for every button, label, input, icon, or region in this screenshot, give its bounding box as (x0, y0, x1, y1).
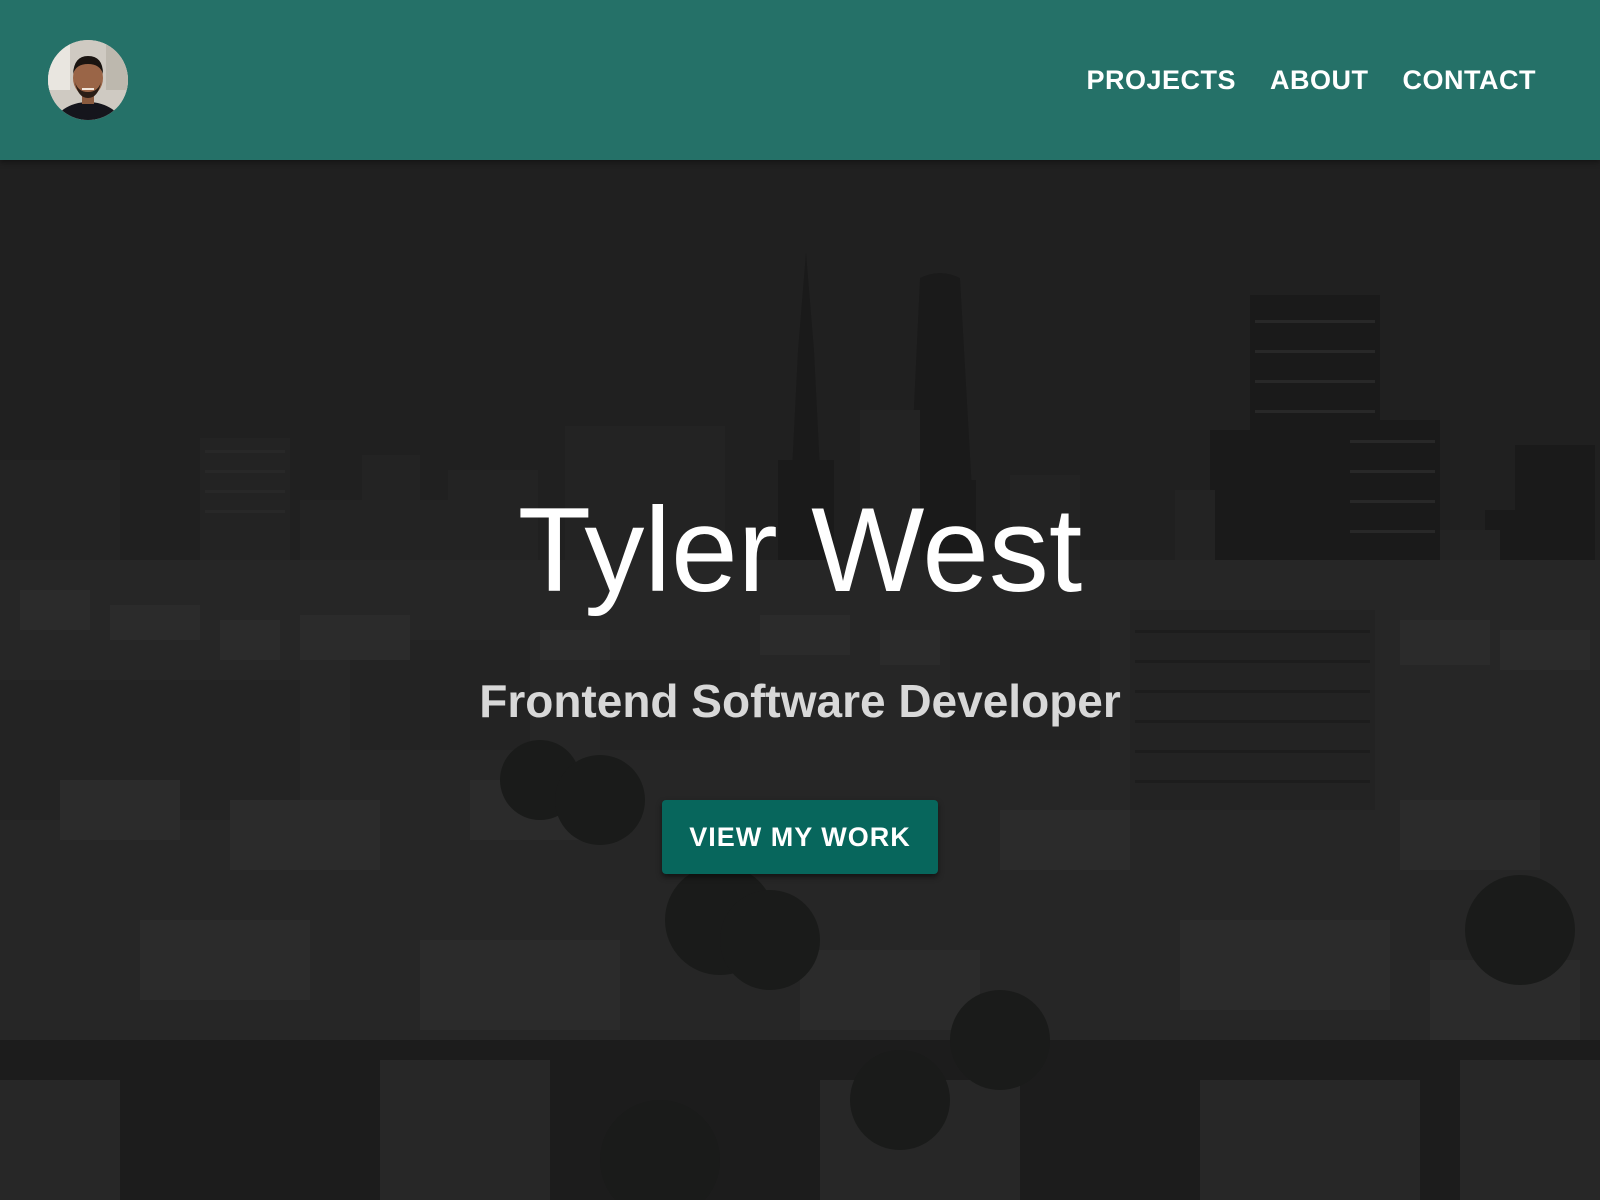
hero-title: Tyler West (517, 483, 1083, 617)
main-nav: PROJECTS ABOUT CONTACT (1086, 0, 1536, 160)
profile-photo-icon (48, 40, 128, 120)
site-header: PROJECTS ABOUT CONTACT (0, 0, 1600, 160)
hero-subtitle: Frontend Software Developer (479, 675, 1121, 727)
nav-contact-link[interactable]: CONTACT (1403, 65, 1536, 96)
nav-projects-link[interactable]: PROJECTS (1086, 65, 1236, 96)
avatar[interactable] (48, 40, 128, 120)
hero-section: Tyler West Frontend Software Developer V… (0, 160, 1600, 1200)
view-my-work-button[interactable]: VIEW MY WORK (662, 800, 938, 874)
nav-about-link[interactable]: ABOUT (1270, 65, 1369, 96)
